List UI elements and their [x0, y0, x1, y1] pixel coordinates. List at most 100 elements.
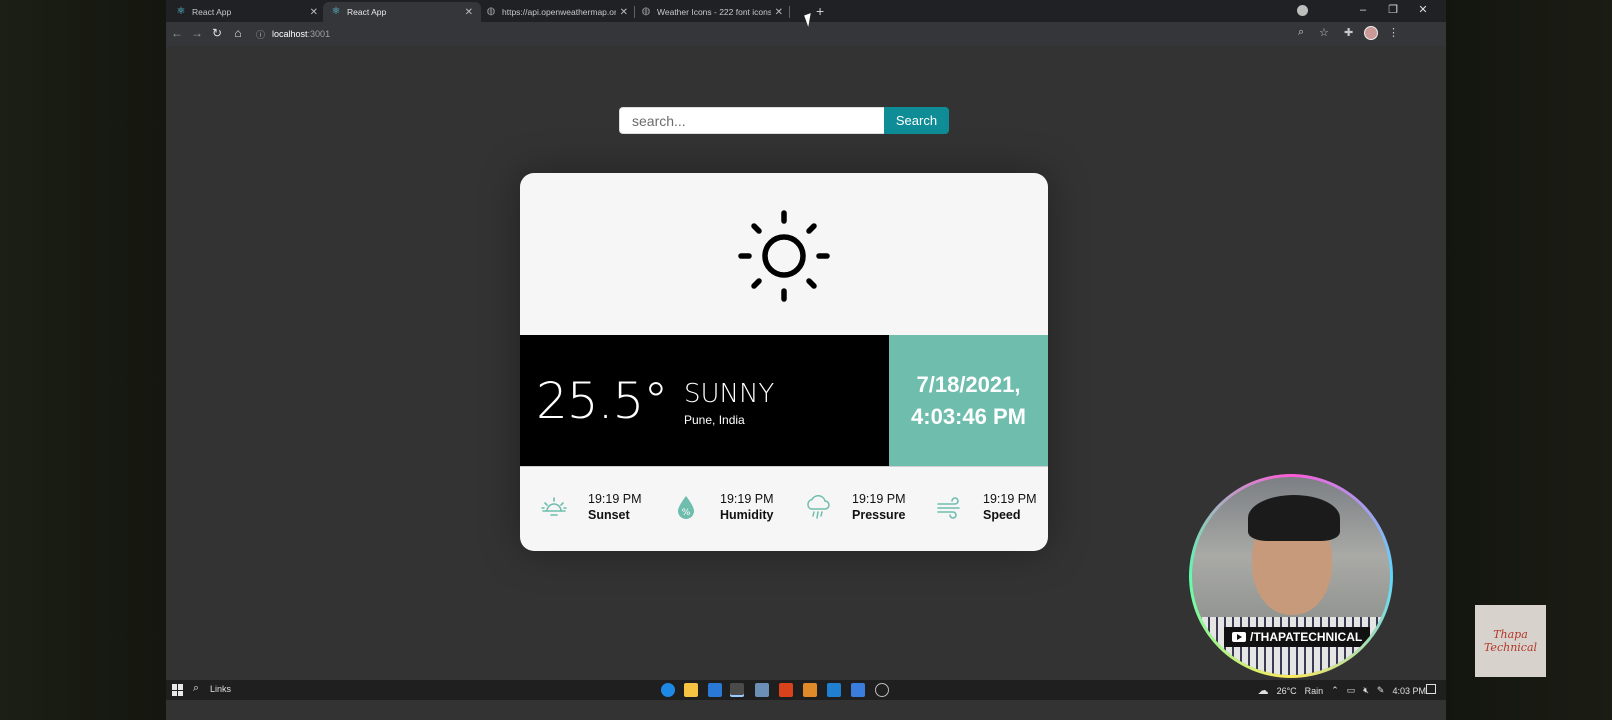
tray-weather-text[interactable]: Rain: [1305, 686, 1324, 696]
notification-icon[interactable]: [1426, 684, 1436, 694]
globe-icon: ◍: [641, 6, 651, 17]
stat-humidity: % 19:19 PM Humidity: [672, 487, 774, 527]
close-icon[interactable]: ✕: [310, 7, 318, 18]
temperature-value: 25.5°: [536, 372, 668, 430]
menu-icon[interactable]: ⋮: [1388, 26, 1399, 39]
channel-watermark: Thapa Technical: [1475, 605, 1546, 677]
search-button[interactable]: Search: [884, 107, 949, 134]
pressure-icon: [807, 495, 830, 519]
stat-label: Humidity: [720, 508, 774, 522]
close-icon[interactable]: ✕: [465, 7, 473, 18]
pen-icon[interactable]: ✎: [1377, 685, 1385, 696]
office-icon[interactable]: [779, 683, 793, 697]
address-bar[interactable]: ⓘ localhost :3001: [256, 25, 1306, 43]
youtube-icon: [1232, 632, 1246, 642]
close-icon[interactable]: ✕: [775, 7, 783, 18]
notepad-icon[interactable]: [755, 683, 769, 697]
presenter-hair: [1248, 495, 1340, 541]
stat-sunset: 19:19 PM Sunset: [540, 487, 642, 527]
wind-icon: [937, 497, 960, 519]
profile-avatar[interactable]: [1364, 26, 1378, 40]
browser-toolbar: ← → ↻ ⌂ ⓘ localhost :3001 ⌕ ☆ ✚ ⋮: [166, 22, 1446, 46]
address-port: :3001: [307, 29, 331, 39]
search-bar: Search: [619, 107, 949, 134]
tab-title: React App: [192, 7, 232, 17]
webcam-feed: /THAPATECHNICAL: [1192, 477, 1390, 675]
bookmark-star-icon[interactable]: ☆: [1319, 26, 1329, 39]
zoom-icon[interactable]: ⌕: [1298, 26, 1304, 39]
desktop-screen: ⚛ React App ✕ ⚛ React App ✕ ◍ https://ap…: [166, 0, 1446, 720]
close-window-button[interactable]: ✕: [1408, 1, 1438, 19]
tab-title: React App: [347, 7, 387, 17]
watermark-line2: Technical: [1483, 641, 1538, 654]
maximize-button[interactable]: ❐: [1378, 1, 1408, 19]
video-letterbox-left: [0, 0, 166, 720]
stat-value: 19:19 PM: [983, 492, 1037, 506]
volume-mute-icon[interactable]: 🔇︎: [1363, 685, 1369, 696]
chrome-icon[interactable]: [730, 683, 744, 697]
weather-icon-area: [520, 173, 1048, 335]
browser-tab[interactable]: ◍ https://api.openweathermap.org ✕: [478, 2, 636, 22]
chevron-up-icon[interactable]: ⌃: [1331, 685, 1339, 696]
webcam-overlay: /THAPATECHNICAL: [1189, 474, 1393, 678]
mail-icon[interactable]: [708, 683, 722, 697]
location-label: Pune, India: [684, 413, 745, 427]
reload-icon[interactable]: ↻: [210, 26, 224, 40]
new-tab-button[interactable]: +: [816, 3, 824, 19]
sun-icon: [738, 210, 830, 302]
network-icon[interactable]: ▭: [1347, 685, 1356, 696]
windows-taskbar: ⌕ Links ☁ 26°C Rain ⌃ ▭ 🔇︎ ✎ 4:03 PM: [166, 680, 1446, 700]
system-tray: ☁ 26°C Rain ⌃ ▭ 🔇︎ ✎ 4:03 PM: [1258, 684, 1426, 697]
browser-tab-active[interactable]: ⚛ React App ✕: [323, 2, 481, 22]
react-icon: ⚛: [176, 6, 186, 17]
taskbar-links[interactable]: Links: [210, 684, 231, 694]
browser-tab[interactable]: ◍ Weather Icons - 222 font icons i ✕: [633, 2, 791, 22]
document-icon[interactable]: [851, 683, 865, 697]
tab-separator: [789, 6, 790, 18]
weather-stats-row: 19:19 PM Sunset % 19:19 PM Humidity 19:1…: [520, 467, 1048, 551]
clock-app-icon[interactable]: [875, 683, 889, 697]
globe-icon: ◍: [486, 6, 496, 17]
forward-icon[interactable]: →: [190, 26, 204, 40]
humidity-icon: %: [678, 496, 694, 519]
stat-label: Sunset: [588, 508, 630, 522]
svg-text:%: %: [682, 508, 691, 518]
extensions-icon[interactable]: ✚: [1344, 26, 1353, 39]
date-time-panel: 7/18/2021, 4:03:46 PM: [889, 335, 1048, 466]
stat-pressure: 19:19 PM Pressure: [804, 487, 906, 527]
stat-value: 19:19 PM: [588, 492, 642, 506]
info-icon[interactable]: ⓘ: [256, 28, 265, 41]
tab-search-icon[interactable]: [1297, 5, 1308, 16]
tab-title: Weather Icons - 222 font icons i: [657, 7, 771, 17]
date-label: 7/18/2021,: [916, 371, 1021, 397]
weather-card: 25.5° SUNNY Pune, India 7/18/2021, 4:03:…: [520, 173, 1048, 551]
time-label: 4:03:46 PM: [911, 403, 1026, 429]
tray-clock[interactable]: 4:03 PM: [1392, 686, 1426, 696]
sunset-icon: [541, 497, 567, 516]
browser-tab[interactable]: ⚛ React App ✕: [168, 2, 326, 22]
close-icon[interactable]: ✕: [620, 7, 628, 18]
minimize-button[interactable]: –: [1348, 1, 1378, 19]
vscode-icon[interactable]: [827, 683, 841, 697]
sublime-icon[interactable]: [803, 683, 817, 697]
tray-temperature[interactable]: 26°C: [1277, 686, 1297, 696]
channel-name: /THAPATECHNICAL: [1250, 630, 1363, 644]
cloud-rain-icon: ☁: [1257, 685, 1269, 697]
weather-condition: SUNNY: [684, 379, 775, 409]
back-icon[interactable]: ←: [170, 26, 184, 40]
address-host: localhost: [272, 29, 308, 39]
tab-title: https://api.openweathermap.org: [502, 7, 616, 17]
search-input[interactable]: [619, 107, 884, 134]
window-controls: – ❐ ✕: [1348, 1, 1438, 19]
stat-value: 19:19 PM: [720, 492, 774, 506]
file-explorer-icon[interactable]: [684, 683, 698, 697]
stat-value: 19:19 PM: [852, 492, 906, 506]
edge-icon[interactable]: [661, 683, 675, 697]
react-icon: ⚛: [331, 6, 341, 17]
windows-start-icon[interactable]: [172, 684, 184, 696]
search-icon[interactable]: ⌕: [193, 682, 199, 695]
temperature-panel: 25.5° SUNNY Pune, India: [520, 335, 889, 466]
stat-label: Speed: [983, 508, 1021, 522]
home-icon[interactable]: ⌂: [231, 26, 245, 40]
stat-label: Pressure: [852, 508, 906, 522]
